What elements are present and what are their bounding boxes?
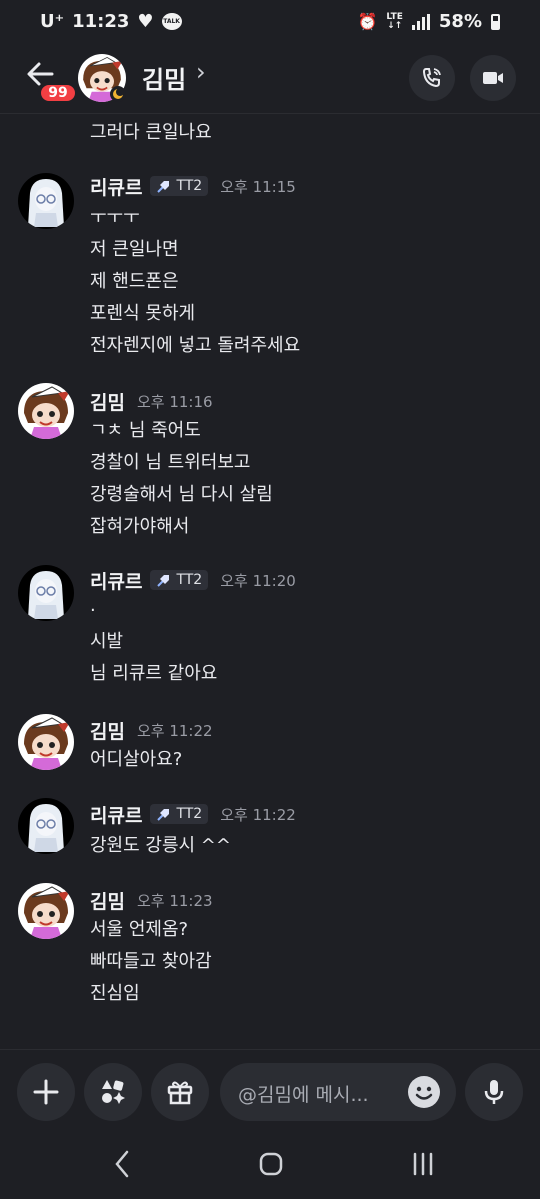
timestamp: 오후 11:16 [136,392,213,411]
message-text: 서울 언제옴? [90,919,189,940]
server-tag[interactable]: TT2 [150,570,209,590]
alarm-icon: ⏰ [357,12,378,31]
message-text: 진심임 [90,983,140,1004]
username[interactable]: 김밈 [90,388,125,415]
timestamp: 오후 11:23 [136,891,213,910]
lte-label: LTE [386,11,403,22]
timestamp: 오후 11:22 [136,721,213,740]
message-text: 포렌식 못하게 [90,303,196,324]
sword-icon [156,572,172,588]
username[interactable]: 김밈 [90,717,125,744]
message-text: 강령술해서 님 다시 살림 [90,484,273,505]
message-header: 리큐르 TT2 오후 11:20 [90,567,296,593]
nav-home-button[interactable] [258,1146,284,1186]
lte-icon: LTE ↓↑ [386,11,403,31]
phone-call-icon [422,68,441,88]
message-text: 빠따들고 찾아감 [90,951,212,972]
microphone-icon [484,1080,504,1104]
tag-label: TT2 [176,806,203,822]
message-header: 리큐르 TT2 오후 11:22 [90,801,296,827]
message-text: 강원도 강릉시 ^^ [90,835,231,856]
signal-icon [411,13,430,30]
timestamp: 오후 11:20 [220,571,296,590]
message-text: 잡혀가야해서 [90,516,190,537]
avatar[interactable] [18,173,74,229]
battery-percent: 58% [438,11,482,32]
nav-recents-icon [413,1152,433,1176]
voice-call-button[interactable] [409,55,455,101]
username[interactable]: 리큐르 [90,801,142,828]
message-header: 김밈 오후 11:16 [90,388,213,414]
carrier-label: U⁺ [40,11,65,32]
message-text: 시발 [90,631,124,652]
status-bar: U⁺ 11:23 ♥ TALK ⏰ LTE ↓↑ 58% [0,0,540,46]
gift-icon [167,1081,193,1105]
tag-label: TT2 [176,178,203,194]
nav-home-icon [259,1152,283,1176]
header-avatar[interactable] [78,54,126,102]
message-text: ㅜㅜㅜ [90,207,140,228]
tag-label: TT2 [176,572,203,588]
avatar[interactable] [18,883,74,939]
avatar[interactable] [18,714,74,770]
avatar[interactable] [18,565,74,621]
apps-button[interactable] [84,1063,142,1121]
channel-name[interactable]: 김밈 [142,60,186,95]
video-camera-icon [483,72,503,84]
nav-back-button[interactable] [112,1146,132,1186]
username[interactable]: 김밈 [90,887,125,914]
plus-icon [33,1079,59,1105]
message-input[interactable]: @김밈에 메시... [220,1063,456,1121]
header-divider [0,113,540,114]
message-header: 리큐르 TT2 오후 11:15 [90,173,296,199]
avatar[interactable] [18,798,74,854]
message-header: 김밈 오후 11:22 [90,717,213,743]
message-composer: @김밈에 메시... [0,1058,540,1128]
chevron-right-icon[interactable]: › [196,58,206,86]
heart-icon: ♥ [137,11,154,32]
chat-header: 99 김밈 › [0,46,540,112]
status-time: 11:23 [72,11,130,32]
timestamp: 오후 11:15 [220,177,296,196]
timestamp: 오후 11:22 [220,805,296,824]
voice-message-button[interactable] [465,1063,523,1121]
emoji-button[interactable] [408,1076,440,1108]
emoji-icon [415,1086,433,1100]
message-header: 김밈 오후 11:23 [90,887,213,913]
battery-icon [491,13,500,30]
message-text: 어디살아요? [90,749,183,770]
video-call-button[interactable] [470,55,516,101]
unread-badge: 99 [38,82,78,104]
message-text: 전자렌지에 넣고 돌려주세요 [90,335,301,356]
message-text: ㄱㅊ 님 죽어도 [90,420,201,441]
username[interactable]: 리큐르 [90,173,142,200]
message-text: 님 리큐르 같아요 [90,663,218,684]
server-tag[interactable]: TT2 [150,804,209,824]
message-text: 제 핸드폰은 [90,271,179,292]
nav-back-icon [115,1150,129,1178]
system-navigation-bar [0,1130,540,1199]
message-text: 그러다 큰일나요 [90,122,212,143]
username[interactable]: 리큐르 [90,567,142,594]
message-text: 경찰이 님 트위터보고 [90,452,251,473]
nav-recents-button[interactable] [410,1146,436,1186]
add-attachment-button[interactable] [17,1063,75,1121]
message-input-placeholder: @김밈에 메시... [238,1084,369,1106]
gift-button[interactable] [151,1063,209,1121]
sword-icon [156,178,172,194]
sword-icon [156,806,172,822]
avatar[interactable] [18,383,74,439]
message-text: . [90,595,96,616]
apps-icon [102,1080,125,1104]
talk-icon: TALK [161,13,182,30]
server-tag[interactable]: TT2 [150,176,209,196]
composer-divider [0,1049,540,1050]
message-text: 저 큰일나면 [90,239,179,260]
